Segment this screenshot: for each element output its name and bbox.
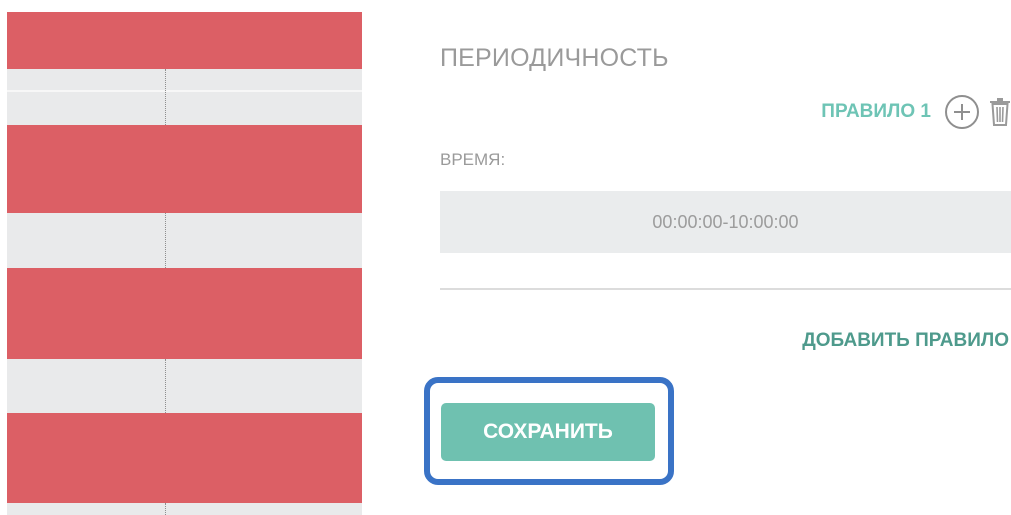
schedule-row-busy — [7, 125, 362, 213]
add-rule-link[interactable]: ДОБАВИТЬ ПРАВИЛО — [802, 330, 1009, 352]
schedule-row-free — [7, 503, 362, 515]
trash-icon[interactable] — [989, 97, 1011, 127]
schedule-timeline — [7, 12, 362, 515]
schedule-row-free — [7, 359, 362, 413]
plus-circle-icon[interactable] — [945, 95, 979, 129]
schedule-row-free — [7, 69, 362, 125]
schedule-settings-view: ПЕРИОДИЧНОСТЬ ПРАВИЛО 1 ВРЕМЯ: ДОБАВИТЬ … — [0, 0, 1011, 515]
time-range-field[interactable] — [440, 191, 1011, 253]
time-label: ВРЕМЯ: — [440, 150, 506, 169]
divider — [440, 288, 1011, 290]
rule-label: ПРАВИЛО 1 — [821, 101, 931, 122]
rule-header: ПРАВИЛО 1 — [821, 94, 1011, 130]
save-button[interactable]: СОХРАНИТЬ — [441, 403, 655, 461]
schedule-row-busy — [7, 12, 362, 69]
schedule-row-busy — [7, 268, 362, 359]
section-title: ПЕРИОДИЧНОСТЬ — [440, 44, 669, 72]
schedule-row-busy — [7, 413, 362, 503]
schedule-row-free — [7, 213, 362, 268]
